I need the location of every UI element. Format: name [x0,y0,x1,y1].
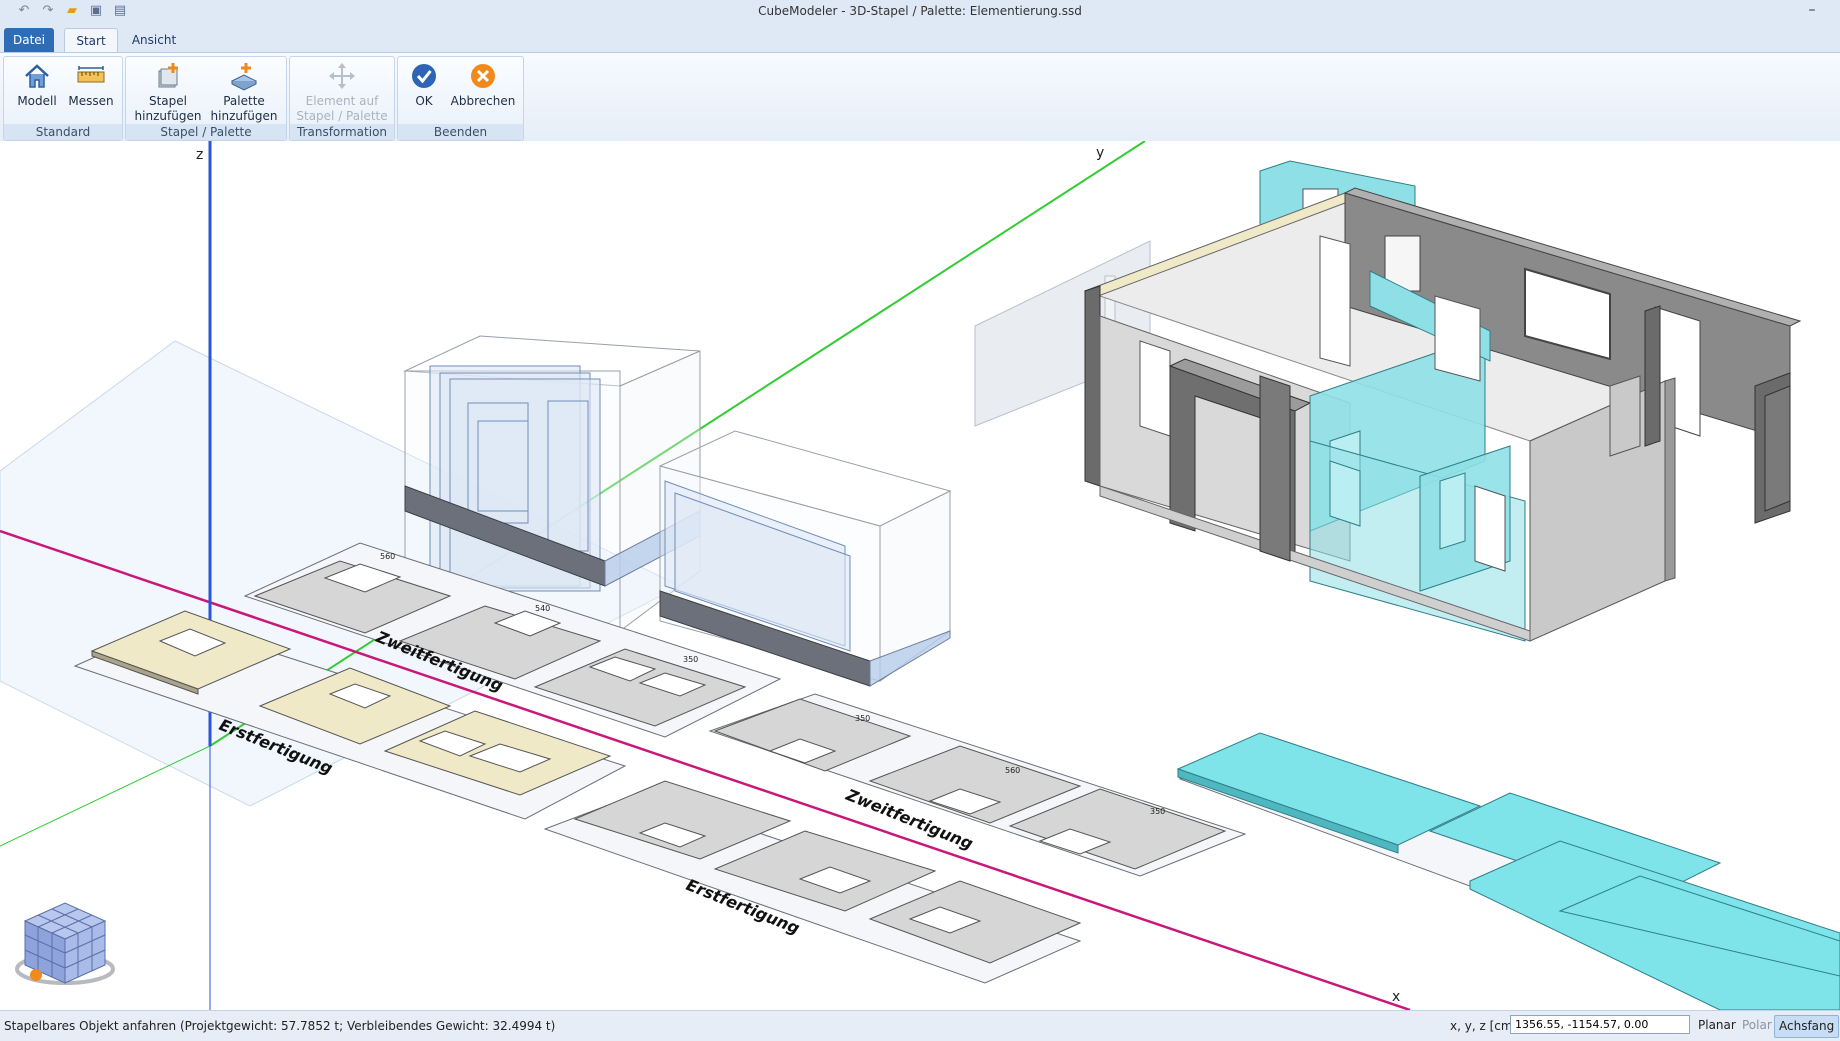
ok-label: OK [415,94,433,108]
panel-tag-1: 560 [380,552,395,561]
panel-tag-6: 350 [1150,807,1165,816]
z-axis-label: z [196,147,203,163]
stapel-label-2: hinzufügen [134,109,202,123]
view-cube[interactable] [10,891,120,991]
planar-mode-button[interactable]: Planar [1694,1015,1740,1036]
window-title: CubeModeler - 3D-Stapel / Palette: Eleme… [758,4,1082,18]
minimize-button[interactable]: – [1802,2,1822,20]
ribbon-tab-bar: Datei Start Ansicht [0,24,1840,53]
abbrechen-button[interactable]: Abbrechen [448,61,518,109]
add-pallet-icon [230,63,258,91]
tab-datei[interactable]: Datei [4,28,54,52]
stack-2[interactable] [658,430,952,687]
stapel-label-1: Stapel [148,94,187,108]
achsfang-mode-button[interactable]: Achsfang [1774,1015,1840,1038]
panel-tag-5: 560 [1005,766,1020,775]
view-cube-icon [15,902,115,985]
panel-tag-2: 540 [535,604,550,613]
y-axis-neg-line [0,745,211,847]
group-label-stapel-palette: Stapel / Palette [126,124,286,140]
element-auf-stapel-button[interactable]: Element auf Stapel / Palette [294,61,390,124]
move-icon [329,63,355,89]
3d-viewport[interactable]: z y x Zweitfertigung 560 540 350 Erstfer… [0,141,1840,1010]
status-message: Stapelbares Objekt anfahren (Projektgewi… [4,1019,556,1033]
scene-canvas: z y x Zweitfertigung 560 540 350 Erstfer… [0,141,1840,1010]
group-label-transformation: Transformation [290,124,394,140]
messen-button[interactable]: Messen [66,61,116,109]
pallet-cyan[interactable] [1176,732,1840,1010]
ribbon-group-transformation: Element auf Stapel / Palette Transformat… [289,56,395,141]
status-bar: Stapelbares Objekt anfahren (Projektgewi… [0,1010,1840,1041]
y-axis-label: y [1096,145,1104,161]
ok-button[interactable]: OK [404,61,444,109]
tab-start[interactable]: Start [64,28,118,53]
modell-button[interactable]: Modell [12,61,62,109]
palette-label-1: Palette [223,94,265,108]
x-axis-label: x [1392,989,1400,1005]
coordinate-label: x, y, z [cm] [1450,1019,1518,1033]
cancel-icon [471,64,495,88]
ribbon: Modell Messen Standard Stapel hinzufügen [0,52,1840,142]
palette-hinzufuegen-button[interactable]: Palette hinzufügen [208,61,280,124]
coordinate-input[interactable] [1510,1015,1690,1034]
palette-label-2: hinzufügen [210,109,278,123]
home-icon [25,64,49,88]
add-stack-icon [158,63,178,88]
panel-tag-4: 350 [855,714,870,723]
panel-tag-3: 350 [683,655,698,664]
element-label-2: Stapel / Palette [296,109,388,123]
ribbon-group-standard: Modell Messen Standard [3,56,123,141]
title-bar: ↶ ↷ ▰ ▣ ▤ CubeModeler - 3D-Stapel / Pale… [0,0,1840,25]
polar-mode-button[interactable]: Polar [1738,1015,1776,1036]
group-label-beenden: Beenden [398,124,523,140]
modell-label: Modell [17,94,57,108]
abbrechen-label: Abbrechen [450,94,516,108]
stapel-hinzufuegen-button[interactable]: Stapel hinzufügen [132,61,204,124]
group-label-standard: Standard [4,124,122,140]
tab-ansicht[interactable]: Ansicht [124,28,184,52]
ok-icon [412,64,436,88]
building-model[interactable] [974,160,1802,642]
ribbon-group-stapel-palette: Stapel hinzufügen Palette hinzufügen Sta… [125,56,287,141]
ribbon-group-beenden: OK Abbrechen Beenden [397,56,524,141]
ruler-icon [77,66,105,83]
element-label-1: Element auf [305,94,379,108]
messen-label: Messen [68,94,114,108]
